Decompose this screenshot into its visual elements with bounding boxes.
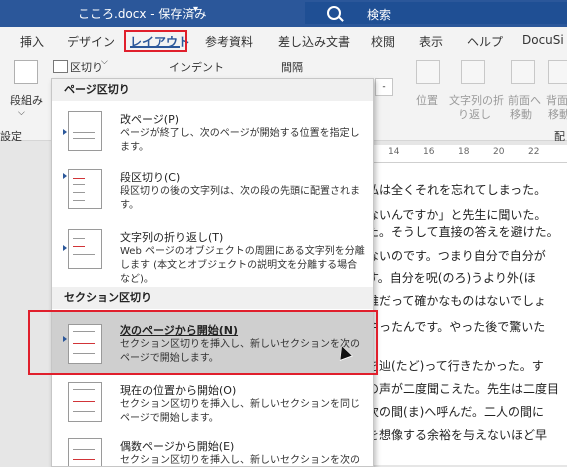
document-text-line: す。自分を呪(のろ)うより外(ほ xyxy=(367,271,536,285)
insertion-arrow-icon xyxy=(63,245,67,251)
tab-references[interactable]: 参考資料 xyxy=(205,33,253,50)
ruler-tick: 14 xyxy=(388,147,400,157)
search-box[interactable]: 検索 xyxy=(305,2,567,24)
menu-item-title: 段区切り(C) xyxy=(120,171,181,184)
breaks-dropdown-menu: ページ区切り 改ページ(P) ページが終了し、次のページが開始する位置を指定しま… xyxy=(51,78,374,467)
section-breaks-header: セクション区切り xyxy=(52,287,373,309)
send-backward-label-line2[interactable]: 移動 xyxy=(548,106,567,122)
tab-design[interactable]: デザイン xyxy=(67,33,115,50)
tab-help[interactable]: ヘルプ xyxy=(467,33,503,50)
insertion-arrow-icon xyxy=(63,173,67,179)
menu-item-title: 文字列の折り返し(T) xyxy=(120,231,224,244)
column-break-icon xyxy=(68,169,102,209)
document-text-line: 次の間(ま)へ呼んだ。二人の間に xyxy=(367,405,545,419)
wrap-text-label-line2[interactable]: り返し xyxy=(458,106,491,122)
ruler-tick: 20 xyxy=(493,147,505,157)
spacing-input[interactable]: - xyxy=(375,78,393,96)
text-wrapping-icon xyxy=(68,229,102,269)
menu-item-description: セクション区切りを挿入し、新しいセクションを次の偶数 xyxy=(120,455,360,466)
document-text-line: やったんです。やった後で驚いた xyxy=(367,320,546,334)
ruler-tick: 22 xyxy=(528,147,540,157)
tab-insert[interactable]: 挿入 xyxy=(20,33,44,50)
menu-item-description: 段区切りの後の文字列は、次の段の先頭に配置されます。 xyxy=(120,186,360,211)
document-text-line: ないのです。つまり自分で自分が xyxy=(367,249,546,263)
page-breaks-header: ページ区切り xyxy=(52,79,373,101)
menu-item-text-wrapping[interactable]: 文字列の折り返し(T) Web ページのオブジェクトの周囲にある文字列を分離しま… xyxy=(52,217,373,285)
ruler-tick: 16 xyxy=(423,147,435,157)
search-label: 検索 xyxy=(367,8,392,22)
menu-item-continuous[interactable]: 現在の位置から開始(O) セクション区切りを挿入し、新しいセクションを同じページ… xyxy=(52,374,373,432)
tab-review[interactable]: 校閲 xyxy=(371,33,395,50)
document-text-line: た。そうして直接の答えを避けた。 xyxy=(367,225,559,239)
columns-icon[interactable] xyxy=(14,60,38,84)
search-icon xyxy=(327,6,341,20)
menu-item-title: 偶数ページから開始(E) xyxy=(120,440,235,453)
document-text-line: を想像する余裕を与えないほど早 xyxy=(367,428,548,442)
document-text-line: 誰だって確かなものはないでしょ xyxy=(367,294,547,308)
columns-caret-icon[interactable]: ⌵ xyxy=(18,108,25,118)
page-break-icon xyxy=(68,111,102,151)
menu-item-title: 改ページ(P) xyxy=(120,113,179,126)
indent-label: インデント xyxy=(169,61,224,74)
menu-item-description: Web ページのオブジェクトの周囲にある文字列を分離します (本文とオブジェクト… xyxy=(120,246,365,285)
section-break-icon xyxy=(53,60,68,73)
spacing-label: 間隔 xyxy=(281,61,303,74)
tab-view[interactable]: 表示 xyxy=(419,33,443,50)
selected-item-highlight-box xyxy=(28,310,378,375)
wrap-text-icon[interactable] xyxy=(461,60,485,84)
ribbon-tabs: 挿入 デザイン レイアウト 参考資料 差し込み文書 校閲 表示 ヘルプ Docu… xyxy=(0,27,567,54)
ruler-tick: 18 xyxy=(458,147,470,157)
position-icon[interactable] xyxy=(416,60,440,84)
tab-mailings[interactable]: 差し込み文書 xyxy=(278,33,350,50)
menu-item-even-page[interactable]: 偶数ページから開始(E) セクション区切りを挿入し、新しいセクションを次の偶数 xyxy=(52,432,373,466)
menu-item-description: セクション区切りを挿入し、新しいセクションを同じページで開始します。 xyxy=(120,399,360,424)
section-break-button[interactable]: 区切り xyxy=(70,59,103,75)
tab-highlight-box xyxy=(124,30,187,52)
menu-item-description: ページが終了し、次のページが開始する位置を指定します。 xyxy=(120,128,360,153)
document-text-line: を辿(たど)って行きたかった。す xyxy=(367,359,544,373)
document-title: こころ.docx - 保存済み xyxy=(78,7,207,21)
columns-label[interactable]: 段組み xyxy=(10,92,43,108)
tab-docusign[interactable]: DocuSi xyxy=(522,33,564,47)
menu-item-page-break[interactable]: 改ページ(P) ページが終了し、次のページが開始する位置を指定します。 xyxy=(52,103,373,159)
section-break-caret-icon[interactable]: ⌵ xyxy=(101,57,108,67)
send-backward-icon[interactable] xyxy=(548,60,567,84)
insertion-arrow-icon xyxy=(63,129,67,135)
document-text-line: の声が二度聞こえた。先生は二度目 xyxy=(367,382,560,396)
document-text-line: ないんですか」と先生に聞いた。 xyxy=(367,208,547,222)
menu-item-title: 現在の位置から開始(O) xyxy=(120,384,237,397)
bring-forward-label-line2[interactable]: 移動 xyxy=(510,106,532,122)
document-text-line: 私は全くそれを忘れてしまった。 xyxy=(367,183,547,197)
title-dropdown-caret[interactable]: ▾ xyxy=(193,4,198,15)
continuous-section-icon xyxy=(68,382,102,422)
title-bar: こころ.docx - 保存済み ▾ 検索 xyxy=(0,0,567,27)
bring-forward-icon[interactable] xyxy=(511,60,535,84)
horizontal-ruler[interactable]: 14 16 18 20 22 xyxy=(372,145,567,163)
even-page-section-icon xyxy=(68,438,102,466)
position-label[interactable]: 位置 xyxy=(416,92,438,108)
menu-item-column-break[interactable]: 段区切り(C) 段区切りの後の文字列は、次の段の先頭に配置されます。 xyxy=(52,159,373,217)
